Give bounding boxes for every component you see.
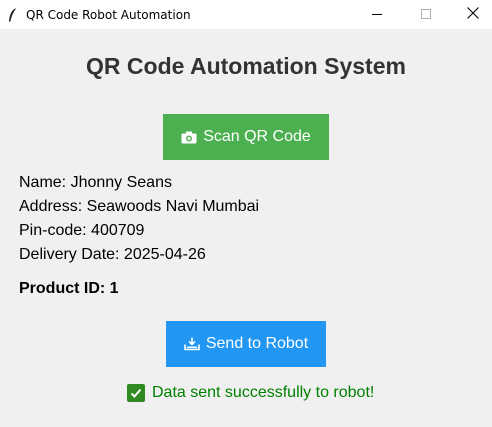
- app-window: QR Code Robot Automation QR Code Automat…: [0, 0, 492, 427]
- address-field: Address: Seawoods Navi Mumbai: [19, 198, 260, 215]
- minimize-icon: [372, 6, 382, 24]
- close-icon: [467, 6, 479, 24]
- page-title: QR Code Automation System: [86, 53, 406, 79]
- name-field: Name: Jhonny Seans: [19, 174, 172, 191]
- minimize-button[interactable]: [354, 0, 400, 29]
- feather-icon: [7, 7, 17, 22]
- pincode-field: Pin-code: 400709: [19, 222, 145, 239]
- status-text: Data sent successfully to robot!: [152, 384, 375, 401]
- close-button[interactable]: [450, 0, 492, 29]
- delivery-date-field: Delivery Date: 2025-04-26: [19, 246, 206, 263]
- product-id: Product ID: 1: [19, 280, 119, 297]
- window-title: QR Code Robot Automation: [26, 7, 191, 22]
- check-box-icon: [127, 384, 145, 402]
- scan-qr-button-label: Scan QR Code: [203, 128, 311, 145]
- maximize-icon: [421, 6, 431, 24]
- maximize-button[interactable]: [403, 0, 449, 29]
- title-bar: QR Code Robot Automation: [0, 0, 492, 29]
- send-to-robot-button-label: Send to Robot: [205, 335, 309, 352]
- status-message: Data sent successfully to robot!: [127, 384, 374, 402]
- send-to-robot-button[interactable]: Send to Robot: [166, 321, 326, 367]
- scan-qr-button[interactable]: Scan QR Code: [163, 114, 329, 160]
- camera-icon: [181, 131, 197, 144]
- robot-tray-icon: [184, 337, 200, 351]
